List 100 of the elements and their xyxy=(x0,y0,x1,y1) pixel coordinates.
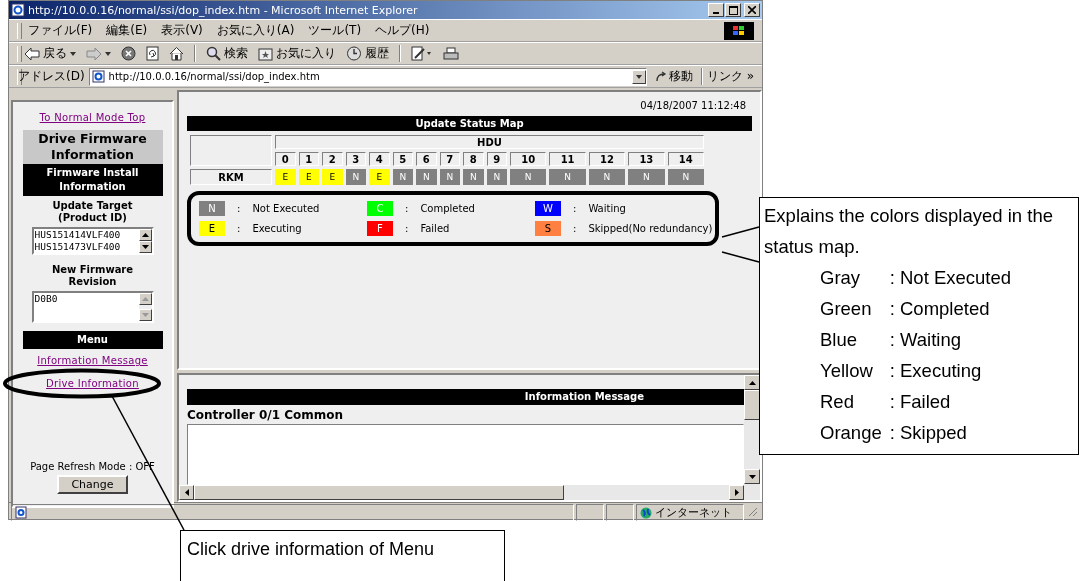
menu-item[interactable]: 編集(E) xyxy=(106,22,148,39)
map-title-bar: Update Status Map xyxy=(187,116,752,131)
change-button[interactable]: Change xyxy=(57,475,128,494)
go-arrow-icon[interactable] xyxy=(654,70,667,83)
legend-chip: C xyxy=(367,201,393,216)
callout-text: Explains the colors displayed in the status map. xyxy=(764,204,1054,259)
menu-item[interactable]: ツール(T) xyxy=(308,22,362,39)
legend-chip: E xyxy=(199,221,225,236)
legend-separator: : xyxy=(237,223,241,234)
status-cell: N xyxy=(463,169,484,185)
status-cell: N xyxy=(549,169,586,185)
legend-chip: S xyxy=(535,221,561,236)
vertical-scrollbar[interactable] xyxy=(744,375,760,500)
legend-chip: W xyxy=(535,201,561,216)
field-label: New Firmware Revision xyxy=(50,264,135,288)
menu-item[interactable]: お気に入り(A) xyxy=(216,22,295,39)
section-subtitle: Controller 0/1 Common xyxy=(187,408,345,422)
column-header: 7 xyxy=(439,152,460,166)
menu-item[interactable]: ファイル(F) xyxy=(28,22,93,39)
scroll-right-arrow-icon[interactable] xyxy=(734,489,739,496)
menu-item[interactable]: ヘルプ(H) xyxy=(375,22,430,39)
menu-link[interactable]: Drive Information xyxy=(46,378,139,389)
color-name: Yellow xyxy=(820,359,874,383)
favorites-folder-icon[interactable] xyxy=(258,46,273,61)
menu-header: Menu xyxy=(22,331,163,349)
timestamp: 04/18/2007 11:12:48 xyxy=(639,100,746,111)
status-cell: N xyxy=(667,169,704,185)
status-cell: N xyxy=(345,169,366,185)
scroll-thumb[interactable] xyxy=(194,485,564,500)
toolbar-label[interactable]: お気に入り xyxy=(276,45,336,62)
zone-label: インターネット xyxy=(655,505,732,520)
go-button[interactable]: 移動 xyxy=(650,68,697,85)
page-icon xyxy=(15,506,27,519)
info-title-bar: Information Message xyxy=(187,389,744,405)
home-icon[interactable] xyxy=(169,46,184,61)
product-list[interactable]: HUS151414VLF400 HUS151473VLF400 xyxy=(31,227,154,255)
menu-item[interactable]: 表示(V) xyxy=(161,22,203,39)
panel-title: Drive Firmware Information xyxy=(22,130,163,164)
scroll-down-arrow-icon[interactable] xyxy=(141,245,149,249)
color-name: Blue xyxy=(820,328,859,352)
legend-separator: : xyxy=(405,223,409,234)
menu-link[interactable]: Information Message xyxy=(37,355,148,366)
close-icon[interactable] xyxy=(748,6,756,14)
status-cell: N xyxy=(628,169,665,185)
address-field[interactable]: http://10.0.0.16/normal/ssi/dop_index.htm xyxy=(88,67,647,86)
column-header: 12 xyxy=(588,152,626,166)
field-label: Update Target (Product ID) xyxy=(51,200,134,224)
toolbar-label[interactable]: 戻る xyxy=(43,45,67,62)
edit-page-icon[interactable] xyxy=(411,46,433,61)
close-button[interactable] xyxy=(744,3,760,17)
legend-separator: : xyxy=(405,203,409,214)
revision-field[interactable]: D0B0 xyxy=(31,291,154,323)
history-clock-icon[interactable] xyxy=(346,46,362,61)
legend-separator: : xyxy=(573,223,577,234)
search-icon[interactable] xyxy=(206,46,221,61)
status-cell: E xyxy=(369,169,390,185)
list-item[interactable]: HUS151414VLF400 xyxy=(34,229,139,241)
toolbar-label[interactable]: 履歴 xyxy=(365,45,389,62)
normal-mode-top-link[interactable]: To Normal Mode Top xyxy=(39,112,146,123)
column-header: 2 xyxy=(322,152,343,166)
scroll-thumb[interactable] xyxy=(744,390,760,420)
scrollbar[interactable] xyxy=(138,229,152,253)
dropdown-caret-icon[interactable] xyxy=(105,51,111,56)
page-icon xyxy=(91,70,105,83)
group-header: HDU xyxy=(275,135,704,149)
scroll-down-arrow-icon[interactable] xyxy=(748,474,756,479)
column-header: 1 xyxy=(298,152,319,166)
column-header: 13 xyxy=(628,152,665,166)
legend-label: Executing xyxy=(252,223,302,234)
dropdown-caret-icon[interactable] xyxy=(635,74,642,79)
color-name: Green xyxy=(820,297,873,321)
legend-separator: : xyxy=(573,203,577,214)
color-name: Red xyxy=(820,390,855,414)
toolbar-label[interactable]: 検索 xyxy=(224,45,248,62)
list-item[interactable]: HUS151473VLF400 xyxy=(34,241,139,253)
scroll-left-arrow-icon[interactable] xyxy=(184,489,189,496)
color-meaning: : Waiting xyxy=(889,328,962,352)
horizontal-scrollbar[interactable] xyxy=(179,485,744,500)
back-arrow-icon[interactable] xyxy=(24,46,40,61)
status-cell: N xyxy=(486,169,507,185)
refresh-icon[interactable] xyxy=(146,46,159,61)
stop-icon[interactable] xyxy=(121,46,136,61)
status-cell: E xyxy=(322,169,343,185)
status-cell: N xyxy=(416,169,437,185)
links-button[interactable]: リンク » xyxy=(706,68,754,85)
column-header: 9 xyxy=(486,152,507,166)
printer-icon[interactable] xyxy=(443,46,459,61)
column-header: 6 xyxy=(416,152,437,166)
legend-chip: N xyxy=(199,201,225,216)
status-cell: E xyxy=(298,169,319,185)
dropdown-caret-icon[interactable] xyxy=(70,51,76,56)
scroll-up-arrow-icon[interactable] xyxy=(748,380,756,385)
minimize-button[interactable] xyxy=(708,3,724,17)
flag-logo-icon xyxy=(724,21,754,40)
column-header: 5 xyxy=(392,152,413,166)
globe-icon xyxy=(640,506,652,519)
color-name: Orange xyxy=(820,421,882,445)
legend-label: Waiting xyxy=(588,203,626,214)
color-name: Gray xyxy=(820,266,862,290)
scroll-up-arrow-icon[interactable] xyxy=(141,233,149,237)
